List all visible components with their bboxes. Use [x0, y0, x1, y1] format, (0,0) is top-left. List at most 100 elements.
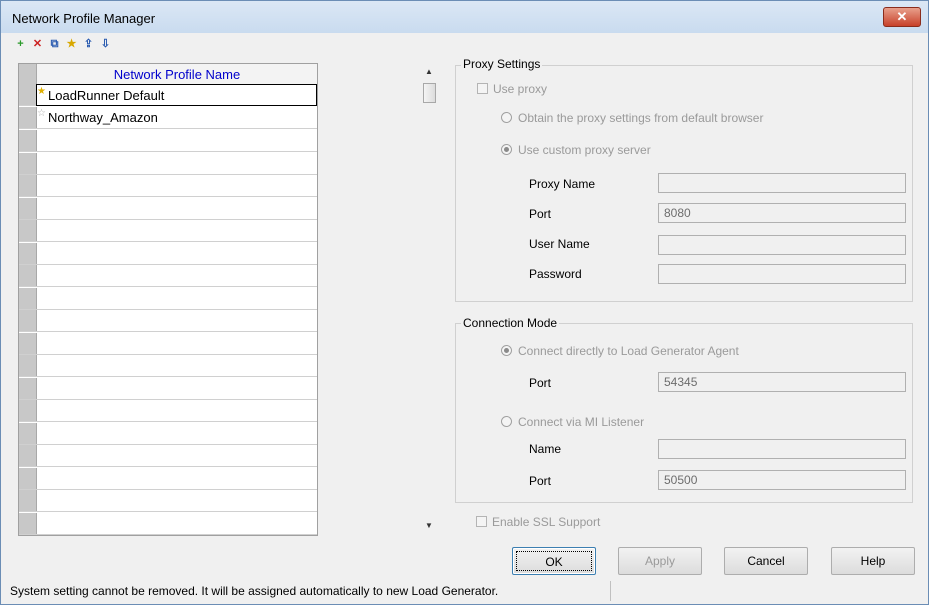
table-row[interactable]: ★ LoadRunner Default: [19, 84, 317, 106]
import-button[interactable]: ⇪: [81, 37, 96, 52]
row-header[interactable]: [19, 467, 37, 489]
close-icon: ✕: [896, 9, 908, 24]
delete-profile-button[interactable]: ✕: [30, 37, 45, 52]
row-header[interactable]: [19, 197, 37, 219]
use-proxy-checkbox[interactable]: [477, 83, 488, 94]
window-title: Network Profile Manager: [12, 11, 156, 26]
row-header[interactable]: [19, 152, 37, 174]
empty-row[interactable]: [19, 310, 317, 332]
use-proxy-label: Use proxy: [493, 82, 548, 96]
close-button[interactable]: ✕: [883, 7, 921, 27]
user-name-label: User Name: [529, 237, 590, 251]
profile-name: LoadRunner Default: [48, 88, 165, 103]
help-button[interactable]: Help: [831, 547, 915, 575]
empty-row[interactable]: [19, 490, 317, 512]
row-header[interactable]: [19, 355, 37, 376]
empty-row[interactable]: [19, 287, 317, 310]
row-header[interactable]: [19, 265, 37, 286]
empty-row[interactable]: [19, 130, 317, 152]
enable-ssl-label: Enable SSL Support: [492, 515, 601, 529]
status-bar: System setting cannot be removed. It wil…: [6, 581, 923, 601]
status-text: System setting cannot be removed. It wil…: [10, 584, 499, 598]
row-header[interactable]: [19, 422, 37, 444]
user-name-field[interactable]: [658, 235, 906, 255]
set-default-button[interactable]: ★: [64, 37, 79, 52]
empty-row[interactable]: [19, 400, 317, 422]
empty-row[interactable]: [19, 467, 317, 490]
delete-icon: ✕: [32, 38, 43, 50]
row-header[interactable]: [19, 490, 37, 511]
mi-port-label: Port: [529, 474, 552, 488]
row-header[interactable]: [19, 332, 37, 354]
cancel-button[interactable]: Cancel: [724, 547, 808, 575]
direct-port-label: Port: [529, 376, 552, 390]
empty-row[interactable]: [19, 175, 317, 197]
import-icon: ⇪: [83, 38, 94, 50]
connect-directly-label: Connect directly to Load Generator Agent: [518, 344, 739, 358]
scroll-thumb[interactable]: [423, 83, 436, 103]
row-header[interactable]: [19, 400, 37, 421]
profile-name-cell[interactable]: ☆ Northway_Amazon: [37, 107, 315, 128]
empty-row[interactable]: [19, 445, 317, 467]
empty-row[interactable]: [19, 332, 317, 355]
grid-scrollbar[interactable]: ▲ ▼: [421, 63, 438, 536]
row-header[interactable]: [19, 287, 37, 309]
set-default-icon: ★: [66, 38, 77, 50]
star-outline-icon: ☆: [37, 108, 46, 119]
empty-row[interactable]: [19, 377, 317, 400]
export-button[interactable]: ⇩: [98, 37, 113, 52]
empty-row[interactable]: [19, 355, 317, 377]
proxy-settings-title: Proxy Settings: [461, 57, 543, 71]
empty-row[interactable]: [19, 220, 317, 242]
row-header[interactable]: [19, 512, 37, 534]
scroll-down-icon[interactable]: ▼: [425, 521, 433, 530]
connect-mi-listener-radio[interactable]: [501, 416, 512, 427]
profile-name: Northway_Amazon: [48, 110, 158, 125]
default-star-icon: ★: [37, 86, 46, 97]
profile-name-cell[interactable]: ★ LoadRunner Default: [36, 84, 317, 106]
row-header[interactable]: [19, 310, 37, 331]
password-field[interactable]: [658, 264, 906, 284]
connect-mi-listener-label: Connect via MI Listener: [518, 415, 645, 429]
row-header[interactable]: [19, 84, 37, 105]
network-profile-manager-window: Network Profile Manager ✕ + ✕ ⧉ ★ ⇪ ⇩ Ne…: [0, 0, 929, 605]
row-header[interactable]: [19, 130, 37, 151]
add-profile-button[interactable]: +: [13, 37, 28, 52]
empty-row[interactable]: [19, 242, 317, 265]
row-header[interactable]: [19, 242, 37, 264]
proxy-port-field[interactable]: 8080: [658, 203, 906, 223]
table-row[interactable]: ☆ Northway_Amazon: [19, 107, 317, 129]
status-divider: [610, 581, 611, 601]
column-header-network-profile-name[interactable]: Network Profile Name: [37, 67, 317, 82]
mi-name-field[interactable]: [658, 439, 906, 459]
proxy-name-field[interactable]: [658, 173, 906, 193]
scroll-up-icon[interactable]: ▲: [425, 67, 433, 76]
copy-profile-button[interactable]: ⧉: [47, 37, 62, 52]
use-custom-proxy-radio[interactable]: [501, 144, 512, 155]
row-header[interactable]: [19, 220, 37, 241]
row-header[interactable]: [19, 107, 37, 128]
empty-row[interactable]: [19, 512, 317, 535]
mi-port-field[interactable]: 50500: [658, 470, 906, 490]
obtain-browser-radio[interactable]: [501, 112, 512, 123]
direct-port-field[interactable]: 54345: [658, 372, 906, 392]
enable-ssl-checkbox[interactable]: [476, 516, 487, 527]
profile-grid[interactable]: Network Profile Name ★ LoadRunner Default…: [18, 63, 318, 536]
empty-row[interactable]: [19, 197, 317, 220]
empty-row[interactable]: [19, 422, 317, 445]
add-icon: +: [17, 38, 24, 50]
row-header[interactable]: [19, 377, 37, 399]
grid-header: Network Profile Name: [19, 64, 317, 85]
empty-row[interactable]: [19, 265, 317, 287]
row-header[interactable]: [19, 175, 37, 196]
export-icon: ⇩: [100, 38, 111, 50]
title-bar[interactable]: Network Profile Manager ✕: [1, 1, 928, 33]
password-label: Password: [529, 267, 582, 281]
connect-directly-radio[interactable]: [501, 345, 512, 356]
proxy-name-label: Proxy Name: [529, 177, 596, 191]
ok-button[interactable]: OK: [512, 547, 596, 575]
empty-row[interactable]: [19, 152, 317, 175]
ok-button-label: OK: [516, 551, 592, 571]
apply-button[interactable]: Apply: [618, 547, 702, 575]
row-header[interactable]: [19, 445, 37, 466]
